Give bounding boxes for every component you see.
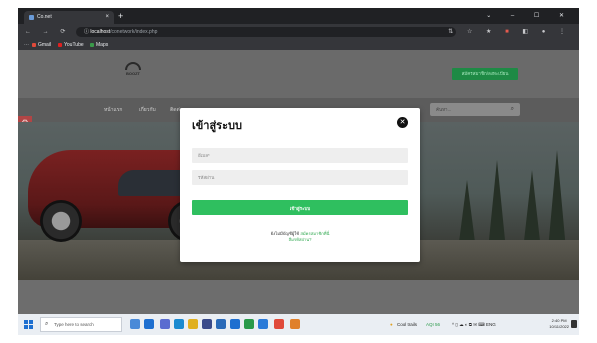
widgets-icon[interactable] [160, 319, 170, 329]
chrome-icon[interactable] [274, 319, 284, 329]
bookmarks-bar: ⋯ Gmail YouTube Maps [18, 40, 579, 50]
modal-title: เข้าสู่ระบบ [192, 120, 242, 132]
tab-favicon-icon [29, 15, 34, 20]
word-icon[interactable] [230, 319, 240, 329]
taskbar-clock[interactable]: 2:40 PM 10/11/2022 [549, 318, 569, 330]
excel-icon[interactable] [244, 319, 254, 329]
tray-icons[interactable]: ^ ▯ ☁ ◐ ⧉ ✉ ⌨ ENG [452, 317, 496, 332]
tree-shape [548, 150, 566, 250]
car-wheel-shape [40, 200, 82, 242]
xampp-icon[interactable] [290, 319, 300, 329]
task-view-icon[interactable] [130, 319, 140, 329]
url-host: localhost [90, 29, 111, 35]
screen: Co.net × + ⌄ – ☐ ✕ ← → ⟳ ⓘ localhost/con… [18, 8, 579, 335]
site-search-input[interactable]: ค้นหา... ⌕ [430, 103, 520, 116]
web-page: BOOZT สมัครสมาชิก/ลงทะเบียน หน้าแรก เกี่… [18, 50, 579, 314]
notification-icon[interactable] [571, 320, 577, 328]
nav-about[interactable]: เกี่ยวกับ [139, 98, 156, 122]
apps-icon[interactable]: ⋯ [24, 40, 29, 50]
browser-tabbar: Co.net × + ⌄ – ☐ ✕ [18, 8, 579, 24]
forgot-password-link[interactable]: ลืมรหัสผ่าน? [289, 237, 312, 242]
window-controls[interactable]: ⌄ – ☐ ✕ [486, 10, 573, 22]
address-bar[interactable]: ⓘ localhost/conetwork/index.php [76, 27, 456, 37]
login-modal: เข้าสู่ระบบ ✕ เข้าสู่ระบบ ยังไม่มีบัญชีผ… [180, 108, 420, 262]
bookmark-gmail[interactable]: Gmail [32, 40, 51, 50]
password-field[interactable] [192, 170, 408, 185]
browser-toolbar-icons[interactable]: ⇅ ☆ ★ ■ ◧ ● ⋮ [448, 26, 571, 38]
clock-date: 10/11/2022 [549, 324, 569, 329]
windows-start-icon[interactable] [24, 320, 33, 329]
browser-navbar: ← → ⟳ ⓘ localhost/conetwork/index.php ⇅ … [18, 24, 579, 40]
logo-arc-icon [125, 62, 141, 70]
mail-icon[interactable] [216, 319, 226, 329]
taskbar: ⌕ Type here to search ● Cool trails AQI … [18, 314, 579, 335]
toolbar-icons[interactable]: ⇅ ☆ ★ [448, 29, 497, 35]
bookmark-maps[interactable]: Maps [90, 40, 108, 50]
weather-icon[interactable]: ● [390, 317, 393, 332]
aqi-text[interactable]: AQI 56 [426, 317, 440, 332]
taskbar-search-input[interactable]: ⌕ Type here to search [40, 317, 122, 332]
system-tray: ● Cool trails AQI 56 ^ ▯ ☁ ◐ ⧉ ✉ ⌨ ENG [390, 317, 540, 332]
toolbar-more[interactable]: ◧ ● ⋮ [522, 29, 571, 35]
bookmark-youtube[interactable]: YouTube [58, 40, 84, 50]
signup-prompt: ยังไม่มีบัญชีผู้ใช้ สมัครสมาชิกที่นี่ ลื… [180, 231, 420, 243]
logo-text: BOOZT [126, 71, 140, 76]
new-tab-button[interactable]: + [118, 10, 123, 22]
search-icon[interactable]: ⌕ [511, 103, 514, 116]
youtube-icon [58, 42, 62, 47]
site-info-icon[interactable]: ⓘ [84, 29, 89, 35]
search-icon: ⌕ [45, 321, 49, 327]
weather-text[interactable]: Cool trails [397, 317, 417, 332]
gmail-icon [32, 42, 36, 47]
email-field[interactable] [192, 148, 408, 163]
nav-buttons[interactable]: ← → ⟳ [25, 26, 70, 38]
nav-home[interactable]: หน้าแรก [104, 98, 122, 122]
browser-tab[interactable]: Co.net × [24, 11, 114, 24]
site-logo[interactable]: BOOZT [120, 62, 146, 84]
signup-link[interactable]: สมัครสมาชิกที่นี่ [300, 231, 329, 236]
site-header: BOOZT สมัครสมาชิก/ลงทะเบียน [18, 50, 579, 98]
app-icon[interactable] [258, 319, 268, 329]
url-path: /conetwork/index.php [110, 29, 158, 35]
tab-title: Co.net [37, 14, 52, 20]
site-search-placeholder: ค้นหา... [436, 107, 452, 112]
extension-icon[interactable]: ■ [505, 29, 515, 35]
tree-shape [488, 160, 506, 250]
store-icon[interactable] [202, 319, 212, 329]
login-button[interactable]: เข้าสู่ระบบ [192, 200, 408, 215]
register-button[interactable]: สมัครสมาชิก/ลงทะเบียน [452, 68, 518, 80]
taskbar-search-placeholder: Type here to search [54, 322, 94, 327]
close-icon[interactable]: ✕ [397, 117, 408, 128]
tree-shape [523, 170, 541, 250]
edge-icon[interactable] [174, 319, 184, 329]
page-footer-area [18, 280, 579, 314]
maps-icon [90, 42, 94, 47]
file-explorer-icon[interactable] [188, 319, 198, 329]
signup-prompt-text: ยังไม่มีบัญชีผู้ใช้ [270, 231, 300, 236]
people-icon[interactable] [144, 319, 154, 329]
tab-close-icon[interactable]: × [105, 11, 109, 24]
